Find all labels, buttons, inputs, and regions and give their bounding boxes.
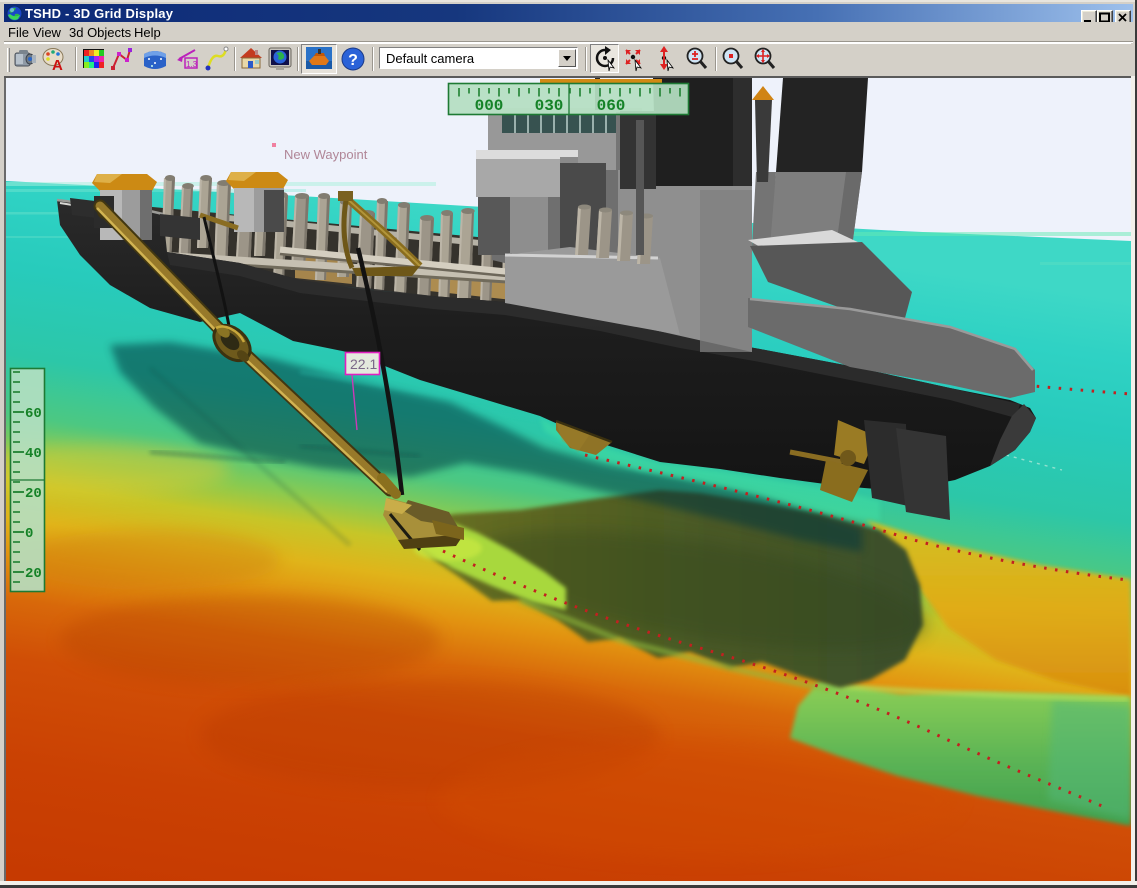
svg-text:030: 030 xyxy=(535,97,564,115)
svg-text:?: ? xyxy=(348,52,358,69)
svg-text:New Waypoint: New Waypoint xyxy=(284,147,368,162)
svg-text:1.3: 1.3 xyxy=(186,60,198,69)
svg-text:20: 20 xyxy=(25,566,42,582)
svg-text:20: 20 xyxy=(25,486,42,502)
svg-text:A: A xyxy=(52,57,63,72)
svg-text:060: 060 xyxy=(597,97,626,115)
svg-text:40: 40 xyxy=(25,446,42,462)
svg-text:22.1: 22.1 xyxy=(350,356,377,372)
svg-text:0: 0 xyxy=(25,526,33,542)
svg-text:000: 000 xyxy=(475,97,504,115)
svg-text:60: 60 xyxy=(25,406,42,422)
